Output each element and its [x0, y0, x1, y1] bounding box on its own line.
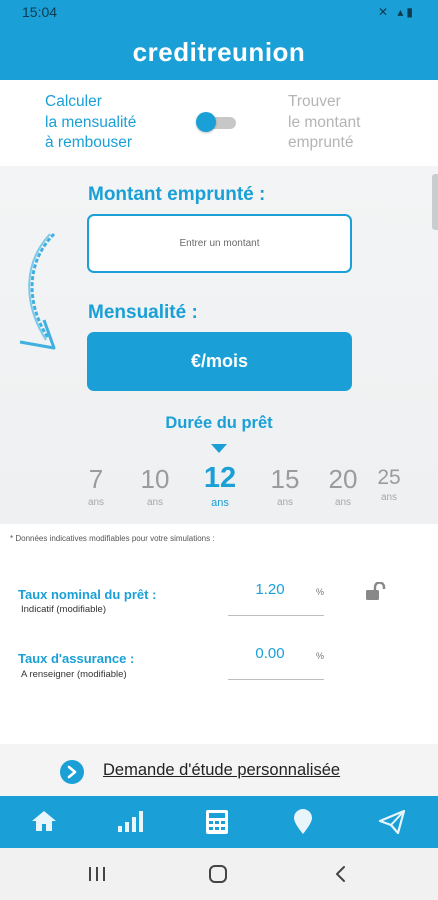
duration-option-25[interactable]: 25 ans	[374, 466, 404, 503]
duration-value: 7	[88, 464, 104, 494]
calculator-panel: Montant emprunté : Entrer un montant Men…	[0, 166, 438, 524]
bottom-nav	[0, 796, 438, 848]
duration-value: 15	[270, 464, 300, 494]
status-time: 15:04	[22, 4, 58, 20]
insurance-rate-sub: A renseigner (modifiable)	[21, 669, 127, 680]
duration-unit: ans	[146, 497, 164, 508]
home-circle-icon	[209, 865, 227, 883]
curved-arrow-icon	[19, 232, 56, 350]
duration-caret-icon	[211, 444, 227, 453]
duration-title: Durée du prêt	[165, 414, 273, 432]
insurance-rate-label: Taux d'assurance :	[18, 651, 135, 666]
status-icons: ✕ ▴▮	[377, 5, 416, 19]
back-chevron-icon	[336, 866, 345, 882]
recent-apps-icon	[89, 867, 105, 881]
back-button[interactable]	[326, 862, 356, 886]
duration-unit: ans	[334, 497, 352, 508]
app-header: creditreunion	[0, 24, 438, 80]
duration-option-20[interactable]: 20 ans	[321, 464, 365, 508]
duration-value: 25	[377, 466, 401, 489]
send-icon	[378, 809, 406, 835]
monthly-result-button[interactable]: €/mois	[87, 332, 352, 391]
brand-logo: creditreunion	[132, 37, 306, 67]
calculator-icon	[206, 810, 228, 834]
duration-unit: ans	[87, 497, 105, 508]
home-system-button[interactable]	[204, 862, 234, 886]
mode-toggle-row: Calculer la mensualité à rembouser Trouv…	[0, 80, 438, 166]
insurance-rate-pct: %	[316, 651, 325, 661]
nav-contact[interactable]	[348, 796, 435, 848]
signal-bars-icon	[118, 811, 143, 832]
amount-label: Montant emprunté :	[88, 184, 266, 205]
duration-option-10[interactable]: 10 ans	[132, 464, 178, 508]
duration-unit: ans	[380, 492, 398, 503]
recent-apps-button[interactable]	[82, 862, 112, 886]
amount-input[interactable]: Entrer un montant	[87, 214, 352, 273]
scroll-indicator[interactable]	[432, 174, 438, 230]
duration-value: 12	[203, 462, 237, 494]
duration-option-15[interactable]: 15 ans	[262, 464, 308, 508]
insurance-rate-input[interactable]: 0.00	[220, 645, 320, 662]
rates-note: * Données indicatives modifiables pour v…	[10, 534, 215, 543]
nav-locations[interactable]	[261, 796, 348, 848]
chevron-right-icon	[60, 760, 84, 784]
nav-home[interactable]	[0, 796, 87, 848]
nominal-rate-sub: Indicatif (modifiable)	[21, 604, 107, 615]
nav-simulations[interactable]	[87, 796, 174, 848]
insurance-rate-underline	[228, 679, 324, 680]
unlock-icon[interactable]	[366, 582, 388, 600]
duration-option-12[interactable]: 12 ans	[195, 462, 245, 509]
nominal-rate-input[interactable]: 1.20	[220, 581, 320, 598]
mode-calc-monthly[interactable]: Calculer la mensualité à rembouser	[45, 92, 136, 154]
rates-panel: * Données indicatives modifiables pour v…	[0, 524, 438, 744]
mode-switch[interactable]	[196, 111, 240, 133]
mode-find-amount[interactable]: Trouver le montant emprunté	[288, 92, 360, 154]
study-request-link[interactable]: Demande d'étude personnalisée	[103, 761, 340, 780]
mode-left-line: à rembouser	[45, 134, 133, 151]
monthly-label: Mensualité :	[88, 302, 198, 323]
mode-left-line: Calculer	[45, 93, 102, 110]
map-pin-icon	[294, 809, 312, 834]
duration-option-7[interactable]: 7 ans	[76, 464, 116, 508]
duration-value: 20	[328, 464, 358, 494]
nominal-rate-underline	[228, 615, 324, 616]
duration-value: 10	[140, 464, 170, 494]
study-request-row[interactable]: Demande d'étude personnalisée	[0, 744, 438, 796]
mode-left-line: la mensualité	[45, 113, 137, 131]
duration-unit: ans	[276, 497, 294, 508]
mode-right-line: le montant	[288, 113, 361, 131]
nominal-rate-label: Taux nominal du prêt :	[18, 587, 157, 602]
switch-knob	[196, 112, 216, 132]
nav-calculator[interactable]	[174, 796, 261, 848]
mode-right-line: emprunté	[288, 134, 354, 151]
nominal-rate-pct: %	[316, 587, 325, 597]
system-nav-bar	[0, 848, 438, 900]
duration-unit: ans	[211, 497, 229, 509]
mode-right-line: Trouver	[288, 93, 341, 110]
status-bar: 15:04 ✕ ▴▮	[0, 0, 438, 24]
home-icon	[32, 811, 56, 831]
